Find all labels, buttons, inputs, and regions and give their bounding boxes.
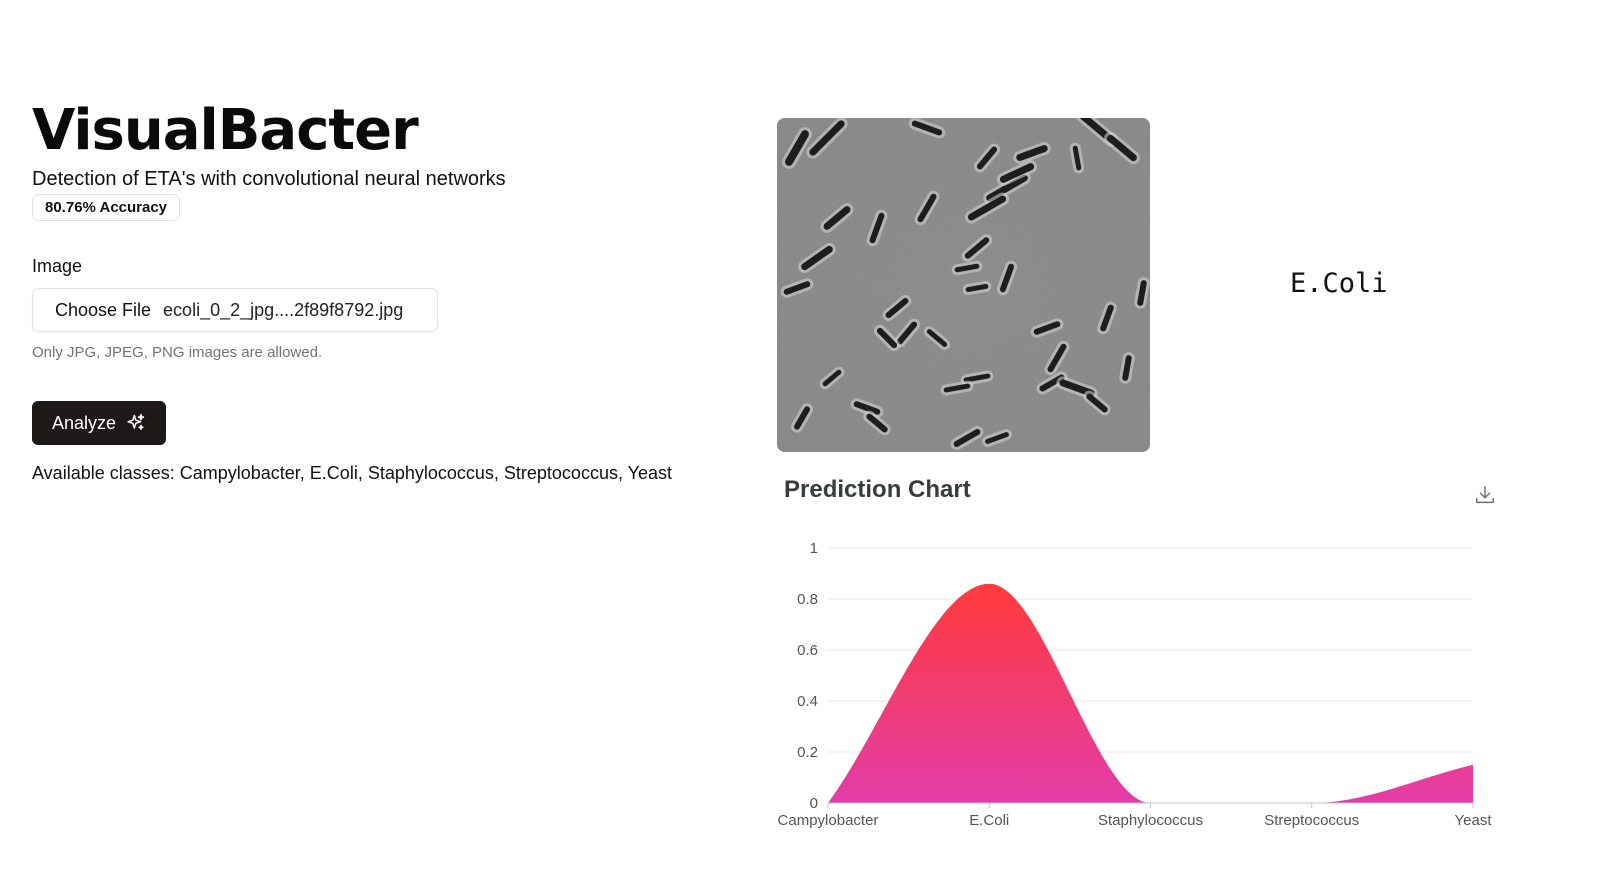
app-title: VisualBacter [32, 98, 419, 163]
y-tick-label: 0 [810, 795, 818, 812]
selected-file-name: ecoli_0_2_jpg....2f89f8792.jpg [163, 299, 404, 320]
prediction-result: E.Coli [1290, 268, 1388, 299]
bacterium [954, 263, 980, 273]
analyze-button-label: Analyze [52, 412, 117, 433]
bacterium [965, 283, 989, 293]
x-tick-label: Staphylococcus [1098, 812, 1203, 829]
x-tick-label: Campylobacter [778, 812, 879, 829]
prediction-chart: 0 0.2 0.4 0.6 0.8 1 Campylobacter E.Coli Staphy… [778, 540, 1493, 829]
bacterium [1072, 145, 1082, 171]
bacterium [1137, 280, 1147, 306]
y-tick-label: 0.6 [797, 642, 818, 659]
y-tick-label: 0.8 [797, 591, 818, 608]
sparkles-icon [127, 413, 145, 430]
prediction-area-series [828, 583, 1473, 803]
available-classes-text: Available classes: Campylobacter, E.Coli… [32, 463, 673, 483]
x-tick-label: Yeast [1455, 812, 1493, 829]
x-tick-label: E.Coli [969, 812, 1009, 829]
bacterium [1122, 355, 1132, 381]
uploaded-image-preview [777, 118, 1150, 452]
download-icon[interactable] [1474, 484, 1496, 506]
left-panel: VisualBacter Detection of ETA's with con… [32, 96, 732, 484]
x-tick-label: Streptococcus [1264, 812, 1359, 829]
accuracy-badge: 80.76% Accuracy [32, 194, 181, 221]
chart-title: Prediction Chart [784, 476, 971, 503]
page: VisualBacter Detection of ETA's with con… [0, 0, 1622, 877]
app-subtitle: Detection of ETA's with convolutional ne… [32, 168, 506, 190]
choose-file-button[interactable]: Choose File [55, 300, 151, 321]
analyze-button[interactable]: Analyze [32, 401, 167, 445]
y-tick-label: 0.2 [797, 744, 818, 761]
image-field-label: Image [32, 256, 83, 276]
file-type-hint: Only JPG, JPEG, PNG images are allowed. [32, 344, 323, 361]
file-input[interactable]: Choose File ecoli_0_2_jpg....2f89f8792.j… [32, 288, 438, 332]
y-tick-label: 1 [810, 540, 818, 557]
y-tick-label: 0.4 [797, 693, 818, 710]
